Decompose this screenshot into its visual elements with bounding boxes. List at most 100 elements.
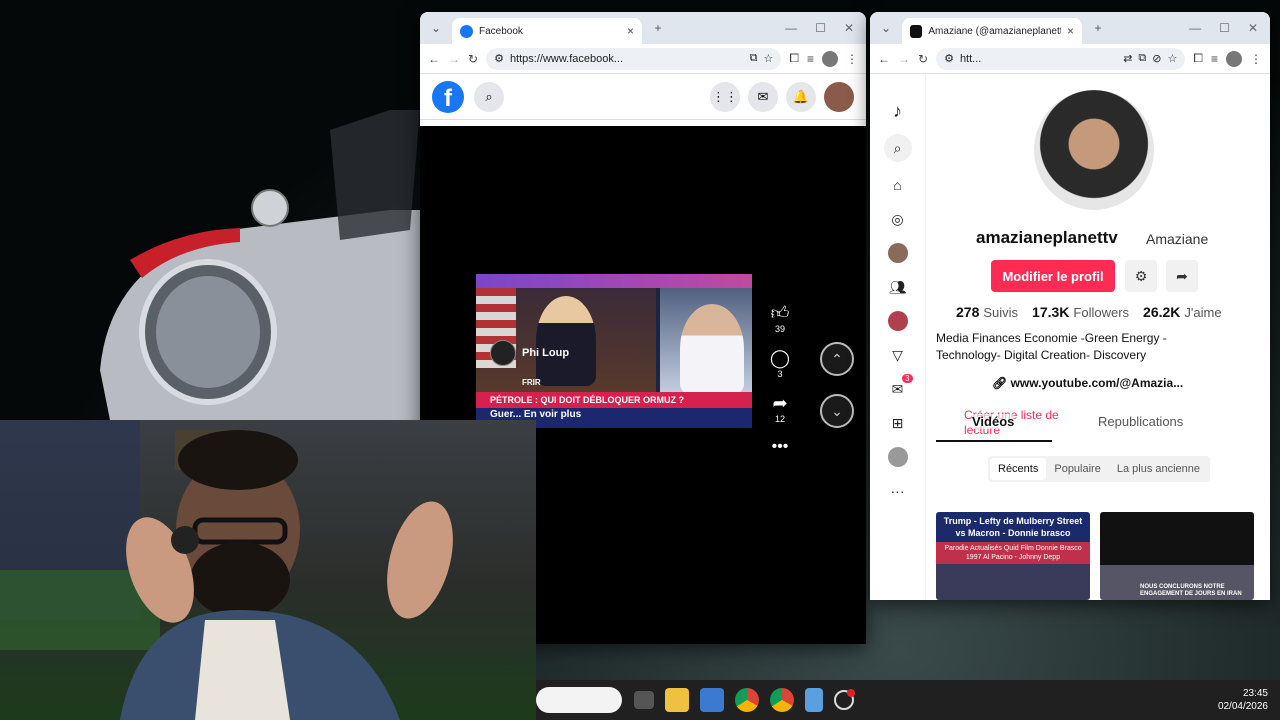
settings-gear-icon[interactable]: ⚙ — [1125, 260, 1157, 292]
maximize-icon[interactable]: ☐ — [815, 21, 826, 35]
address-bar[interactable]: ⚙ https://www.facebook... ⧉ ☆ — [486, 47, 782, 70]
tab-list-chevron-icon[interactable]: ⌄ — [426, 18, 446, 38]
tab-tiktok[interactable]: Amaziane (@amazianeplanettv × — [902, 18, 1082, 44]
share-profile-icon[interactable]: ➦ — [1166, 260, 1198, 292]
tab-facebook[interactable]: Facebook × — [452, 18, 642, 44]
home-icon[interactable]: ⌂ — [887, 174, 909, 196]
upload-plus-icon[interactable]: ⊞ — [887, 412, 909, 434]
messages-icon[interactable]: ✉ 3 — [887, 374, 913, 400]
profile-avatar-icon[interactable] — [1226, 50, 1242, 67]
menu-kebab-icon[interactable]: ⋮ — [1250, 52, 1262, 66]
taskbar-search-box[interactable] — [536, 687, 622, 713]
reload-icon[interactable]: ↻ — [468, 52, 478, 66]
install-app-icon[interactable]: ⧉ — [1138, 52, 1146, 65]
tiktok-browser-window: ⌄ Amaziane (@amazianeplanettv × + — ☐ ✕ … — [870, 12, 1270, 600]
forward-icon[interactable]: → — [898, 52, 910, 66]
back-icon[interactable]: ← — [878, 52, 890, 66]
more-icon[interactable]: ··· — [887, 480, 909, 502]
notification-badge: 3 — [902, 374, 913, 383]
tracking-protection-icon[interactable]: ⊘ — [1152, 52, 1161, 65]
send-icon[interactable]: ▽ — [887, 344, 909, 366]
more-options-icon[interactable]: ••• — [772, 438, 789, 456]
sort-oldest[interactable]: La plus ancienne — [1109, 458, 1208, 480]
address-bar[interactable]: ⚙ htt... ⇄ ⧉ ⊘ ☆ — [936, 47, 1186, 70]
tiktok-logo-icon[interactable]: ♪ — [887, 100, 909, 122]
close-window-icon[interactable]: ✕ — [1248, 21, 1258, 35]
reel-video[interactable]: Phi Loup FRIR PÉTROLE : QUI DOIT DÉBLOQU… — [476, 274, 752, 428]
extensions-icon[interactable]: ⧠ — [1193, 51, 1203, 66]
search-icon[interactable]: ⌕ — [883, 134, 912, 162]
like-icon[interactable]: 👍︎ — [771, 302, 790, 324]
stat-likes: 26.2K J'aime — [1143, 304, 1222, 320]
following-avatar-icon[interactable] — [887, 242, 909, 264]
sort-popular[interactable]: Populaire — [1046, 458, 1108, 480]
share-count: 12 — [774, 414, 785, 424]
url-text: htt... — [959, 52, 982, 65]
profile-link[interactable]: 🔗︎ www.youtube.com/@Amazia... — [992, 376, 1183, 390]
install-app-icon[interactable]: ⧉ — [750, 52, 758, 65]
facebook-logo-icon[interactable]: f — [432, 80, 464, 113]
menu-kebab-icon[interactable]: ⋮ — [846, 52, 858, 66]
notepad-icon[interactable] — [805, 688, 823, 712]
video-thumbnail[interactable]: NOUS CONCLURONS NOTRE ENGAGEMENT DE JOUR… — [1100, 512, 1254, 600]
messenger-icon[interactable]: ✉ — [748, 81, 778, 112]
like-count: 39 — [774, 324, 785, 334]
comment-icon[interactable]: ◯ — [770, 348, 790, 369]
profile-avatar-icon[interactable] — [887, 446, 909, 468]
bookmark-star-icon[interactable]: ☆ — [1168, 52, 1178, 65]
menu-grid-icon[interactable]: ⋮⋮ — [710, 81, 740, 112]
site-settings-icon[interactable]: ⚙ — [944, 52, 954, 65]
explore-compass-icon[interactable]: ◎ — [887, 208, 909, 230]
search-icon[interactable]: ⌕ — [474, 81, 504, 112]
tab-list-chevron-icon[interactable]: ⌄ — [876, 18, 896, 38]
stat-following[interactable]: 278 Suivis — [956, 304, 1018, 320]
bookmark-star-icon[interactable]: ☆ — [764, 52, 774, 65]
clock-date: 02/04/2026 — [1217, 701, 1268, 712]
thumbnail-title: NOUS CONCLURONS NOTRE ENGAGEMENT DE JOUR… — [1140, 584, 1242, 597]
recorder-icon[interactable] — [834, 689, 855, 710]
forward-icon[interactable]: → — [448, 52, 460, 66]
stat-followers[interactable]: 17.3K Followers — [1032, 304, 1129, 320]
profile-avatar-icon[interactable] — [822, 50, 838, 67]
browser-toolbar: ← → ↻ ⚙ https://www.facebook... ⧉ ☆ ⧠ ≡ … — [420, 44, 866, 74]
system-clock[interactable]: 23:45 02/04/2026 — [1218, 687, 1268, 713]
channel-name: Phi Loup — [522, 347, 570, 359]
reload-icon[interactable]: ↻ — [918, 52, 928, 66]
video-tag: FRIR — [522, 378, 541, 387]
notifications-bell-icon[interactable]: 🔔 — [786, 81, 816, 112]
chrome-profile-icon[interactable] — [770, 688, 794, 712]
translate-icon[interactable]: ⇄ — [1123, 52, 1132, 65]
live-avatar-icon[interactable] — [887, 310, 909, 332]
edit-profile-button[interactable]: Modifier le profil — [991, 260, 1115, 292]
media-control-icon[interactable]: ≡ — [1211, 52, 1218, 66]
new-tab-icon[interactable]: + — [648, 18, 668, 38]
profile-bio: Media Finances Economie -Green Energy - … — [936, 331, 1167, 362]
chrome-icon[interactable] — [735, 688, 759, 712]
back-icon[interactable]: ← — [428, 52, 440, 66]
share-icon[interactable]: ➦ — [772, 393, 787, 414]
new-tab-icon[interactable]: + — [1088, 18, 1108, 38]
sort-recent[interactable]: Récents — [990, 458, 1047, 480]
file-explorer-icon[interactable] — [665, 688, 689, 712]
person-graphic-right — [680, 304, 744, 394]
friends-icon[interactable]: 👥︎ — [887, 276, 909, 298]
link-chain-icon: 🔗︎ — [992, 376, 1011, 390]
minimize-icon[interactable]: — — [785, 21, 797, 35]
close-tab-icon[interactable]: × — [627, 24, 634, 38]
next-reel-chevron-down-icon[interactable]: ⌄ — [820, 394, 854, 428]
video-thumbnail[interactable]: Trump - Lefty de Mulberry Street vs Macr… — [936, 512, 1090, 600]
store-icon[interactable] — [700, 688, 724, 712]
task-view-icon[interactable] — [634, 691, 654, 709]
account-avatar[interactable] — [824, 81, 854, 112]
tab-reposts[interactable]: Republications — [1098, 414, 1183, 429]
channel-info[interactable]: Phi Loup — [490, 340, 569, 366]
tab-videos[interactable]: Vidéos — [972, 414, 1015, 429]
close-window-icon[interactable]: ✕ — [844, 21, 854, 35]
media-control-icon[interactable]: ≡ — [807, 52, 814, 66]
extensions-icon[interactable]: ⧠ — [789, 51, 799, 66]
close-tab-icon[interactable]: × — [1067, 24, 1074, 38]
maximize-icon[interactable]: ☐ — [1219, 21, 1230, 35]
minimize-icon[interactable]: — — [1189, 21, 1201, 35]
previous-reel-chevron-up-icon[interactable]: ⌃ — [820, 342, 854, 376]
site-settings-icon[interactable]: ⚙ — [494, 52, 504, 65]
